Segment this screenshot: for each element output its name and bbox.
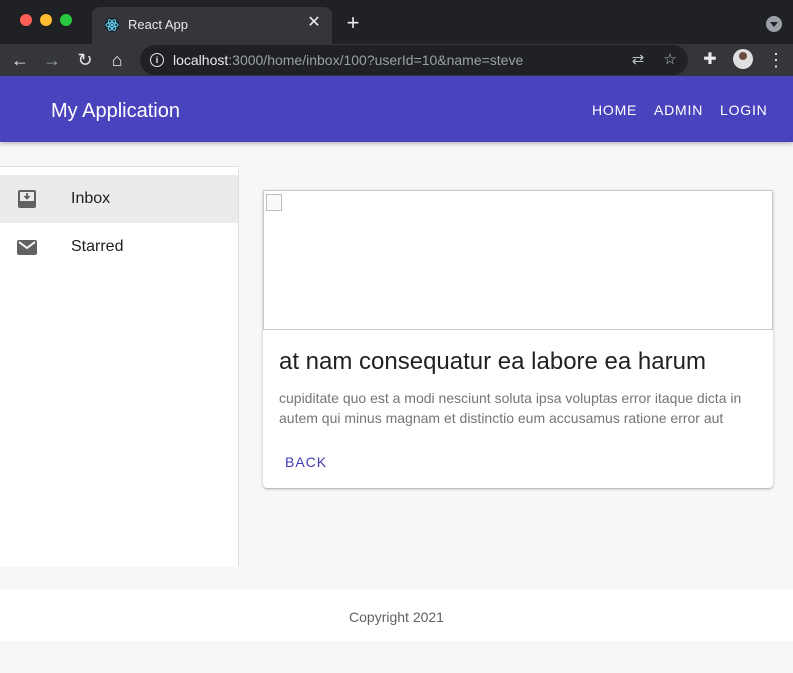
sidebar-item-starred[interactable]: Starred xyxy=(0,223,238,271)
footer: Copyright 2021 xyxy=(0,590,793,641)
translate-icon[interactable]: ⇄ xyxy=(629,51,647,69)
url-path: :3000/home/inbox/100?userId=10&name=stev… xyxy=(228,52,524,68)
sidebar: Inbox Starred xyxy=(0,166,239,567)
app-bar: My Application HOME ADMIN LOGIN xyxy=(0,76,793,142)
sidebar-item-inbox[interactable]: Inbox xyxy=(0,175,238,223)
extensions-puzzle-icon[interactable]: ✚ xyxy=(700,50,720,70)
nav-login-link[interactable]: LOGIN xyxy=(720,102,768,118)
address-bar[interactable]: i localhost:3000/home/inbox/100?userId=1… xyxy=(140,45,688,75)
mail-icon xyxy=(17,240,37,255)
card-body-text: cupiditate quo est a modi nesciunt solut… xyxy=(279,390,742,426)
nav-admin-link[interactable]: ADMIN xyxy=(654,102,703,118)
copyright-text: Copyright 2021 xyxy=(349,609,444,625)
site-info-icon[interactable]: i xyxy=(150,53,164,67)
close-tab-icon[interactable]: ✕ xyxy=(304,13,324,33)
minimize-window-button[interactable] xyxy=(40,14,52,26)
tab-title: React App xyxy=(128,17,188,32)
sidebar-item-label: Starred xyxy=(71,238,124,255)
bookmark-star-icon[interactable]: ☆ xyxy=(661,51,679,69)
tab-search-icon[interactable] xyxy=(766,16,782,32)
app-title: My Application xyxy=(51,100,180,122)
reload-icon[interactable]: ↻ xyxy=(73,48,97,72)
back-button[interactable]: BACK xyxy=(279,454,333,470)
browser-toolbar: ← → ↻ ⌂ i localhost:3000/home/inbox/100?… xyxy=(0,44,793,76)
react-logo-icon xyxy=(104,17,120,33)
back-arrow-icon[interactable]: ← xyxy=(8,48,32,72)
new-tab-icon[interactable]: + xyxy=(342,12,364,34)
broken-image-icon xyxy=(266,194,282,211)
home-icon[interactable]: ⌂ xyxy=(105,48,129,72)
nav-home-link[interactable]: HOME xyxy=(592,102,637,118)
browser-menu-icon[interactable]: ⋮ xyxy=(766,50,786,70)
url-text: localhost:3000/home/inbox/100?userId=10&… xyxy=(173,52,523,68)
url-host: localhost xyxy=(173,52,229,68)
move-to-inbox-icon xyxy=(18,190,36,208)
profile-avatar[interactable] xyxy=(733,49,753,69)
forward-arrow-icon[interactable]: → xyxy=(40,48,64,72)
maximize-window-button[interactable] xyxy=(60,14,72,26)
browser-tab-strip: React App ✕ + xyxy=(0,0,793,44)
card-media-image xyxy=(263,190,773,330)
card-title: at nam consequatur ea labore ea harum xyxy=(279,348,706,375)
browser-tab[interactable]: React App ✕ xyxy=(92,7,332,44)
sidebar-item-label: Inbox xyxy=(71,190,111,207)
close-window-button[interactable] xyxy=(20,14,32,26)
message-card: at nam consequatur ea labore ea harum cu… xyxy=(263,190,773,488)
